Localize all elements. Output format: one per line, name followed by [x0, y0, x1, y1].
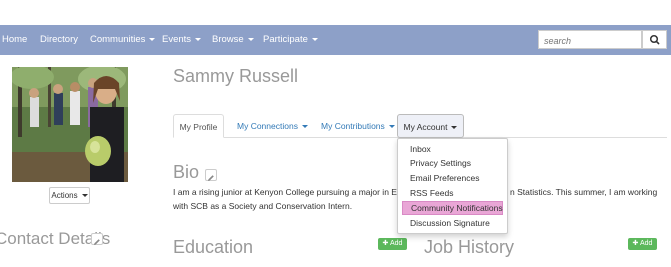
profile-name: Sammy Russell [173, 66, 299, 86]
add-label: Add [389, 240, 403, 247]
pencil-icon [94, 239, 100, 245]
nav-communities-label: Communities [90, 34, 146, 45]
tab-my-contributions[interactable]: My Contributions [321, 114, 395, 138]
profile-photo [12, 67, 128, 182]
menu-item-label: Inbox [410, 144, 431, 154]
chevron-down-icon [195, 37, 202, 41]
chevron-down-icon [149, 37, 156, 41]
menu-item-label: RSS Feeds [410, 188, 454, 198]
search-input[interactable] [544, 32, 640, 50]
menu-item-label: Privacy Settings [410, 158, 471, 168]
bio-text-line1-start: I am a rising junior at Kenyon College p… [173, 187, 408, 197]
nav-directory-label: Directory [40, 34, 79, 45]
plus-icon: ✚ [632, 240, 640, 247]
education-heading: Education [173, 237, 254, 257]
search-icon [649, 34, 660, 45]
menu-item-inbox[interactable]: Inbox [402, 142, 503, 156]
nav-home[interactable]: Home [2, 25, 27, 55]
nav-browse[interactable]: Browse [212, 25, 254, 55]
chevron-down-icon [247, 37, 254, 41]
plus-icon: ✚ [382, 240, 390, 247]
nav-participate-label: Participate [263, 34, 308, 45]
nav-directory[interactable]: Directory [40, 25, 78, 55]
bio-text-line2: with SCB as a Society and Conservation I… [173, 201, 353, 211]
account-dropdown-menu: Inbox Privacy Settings Email Preferences… [397, 138, 508, 234]
menu-item-privacy-settings[interactable]: Privacy Settings [402, 156, 503, 170]
menu-item-rss-feeds[interactable]: RSS Feeds [402, 186, 503, 200]
add-label: Add [639, 240, 653, 247]
nav-events-label: Events [162, 34, 192, 45]
search-button[interactable] [642, 30, 667, 49]
actions-button[interactable]: Actions [49, 187, 90, 204]
job-history-heading: Job History [424, 237, 515, 257]
top-navbar: Home Directory Communities Events Browse… [0, 25, 671, 55]
menu-item-label: Email Preferences [410, 173, 480, 183]
tab-my-contributions-label: My Contributions [321, 121, 385, 131]
tab-my-account-label: My Account [403, 122, 448, 132]
tab-my-profile[interactable]: My Profile [173, 114, 224, 138]
menu-item-email-preferences[interactable]: Email Preferences [402, 171, 503, 185]
pencil-icon [208, 175, 214, 181]
actions-label: Actions [51, 191, 78, 200]
edit-contact-button[interactable] [91, 233, 103, 245]
nav-communities[interactable]: Communities [90, 25, 156, 55]
add-job-button[interactable]: ✚ Add [628, 238, 657, 250]
edit-bio-button[interactable] [205, 169, 217, 181]
chevron-down-icon [388, 125, 395, 129]
tab-my-connections[interactable]: My Connections [237, 114, 308, 138]
avatar [12, 67, 128, 182]
nav-participate[interactable]: Participate [263, 25, 318, 55]
tab-my-profile-label: My Profile [179, 122, 218, 132]
nav-events[interactable]: Events [162, 25, 202, 55]
nav-browse-label: Browse [212, 34, 244, 45]
menu-item-label: Discussion Signature [410, 218, 490, 228]
menu-item-community-notifications[interactable]: Community Notifications [402, 201, 503, 215]
chevron-down-icon [451, 126, 458, 130]
chevron-down-icon [311, 37, 318, 41]
tab-my-connections-label: My Connections [237, 121, 298, 131]
menu-item-discussion-signature[interactable]: Discussion Signature [402, 216, 503, 230]
add-education-button[interactable]: ✚ Add [378, 238, 407, 250]
tab-my-account[interactable]: My Account [397, 114, 464, 138]
chevron-down-icon [81, 194, 88, 198]
search-field [538, 30, 642, 50]
nav-home-label: Home [2, 34, 28, 45]
menu-item-label: Community Notifications [411, 203, 503, 213]
bio-heading: Bio [173, 162, 200, 182]
chevron-down-icon [301, 125, 308, 129]
bio-text-line1-end: n Statistics. This summer, I am working [510, 187, 658, 197]
